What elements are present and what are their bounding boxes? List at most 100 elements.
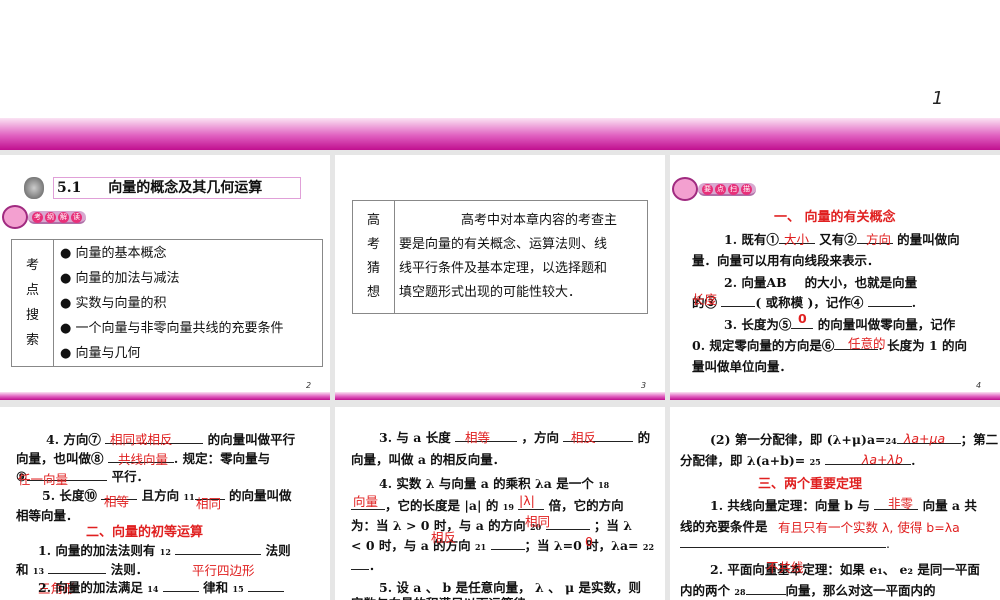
text: 1. 既有①	[724, 232, 779, 247]
answer: 相同	[525, 514, 551, 529]
slide-5-thumbnail[interactable]: 4. 方向⑦ 的向量叫做平行 相同或相反 向量，也叫做⑧ . 规定：零向量与 共…	[0, 407, 330, 600]
section-heading: 一、 向量的有关概念	[774, 210, 896, 225]
slide-footer-band	[335, 392, 665, 400]
slide-3-thumbnail[interactable]: 高考猜想 高考中对本章内容的考查主 要是向量的有关概念、运算法则、线 线平行条件…	[335, 155, 665, 400]
table-label: 考点搜索	[11, 239, 54, 367]
table-label: 高考猜想	[352, 200, 395, 314]
paragraph-line: 高考中对本章内容的考查主	[461, 213, 618, 228]
text: 向量，那么对这一平面内的	[785, 583, 936, 598]
mascot-icon	[672, 177, 698, 201]
item-text: 向量的基本概念	[75, 245, 167, 261]
text: 的向量叫做	[229, 488, 292, 503]
slide-title: 向量的概念及其几何运算	[108, 180, 263, 196]
blank-number: 22	[642, 542, 655, 552]
text: ．	[369, 558, 382, 573]
answer: λa+μa	[904, 431, 946, 446]
answer: 0	[585, 534, 593, 549]
mascot-icon	[2, 205, 28, 229]
text-line: 内的两个 28 向量，那么对这一平面内的	[680, 578, 936, 600]
label-char: 考	[25, 258, 39, 273]
slide-2-thumbnail[interactable]: 5.1 向量的概念及其几何运算 考纲解读 考点搜索 ● 向量的基本概念 ● 向量…	[0, 155, 330, 400]
badge-char: 描	[741, 183, 752, 195]
page-number: 4	[976, 381, 982, 390]
badge-char: 要	[702, 183, 713, 195]
text-line: 实数与向量的积满足以下运算律	[351, 591, 526, 600]
text: 4. 方向⑦	[46, 432, 101, 447]
answer: 非零	[888, 496, 914, 511]
text: 的向量叫做零向量，记作	[817, 317, 956, 332]
blank-number: 28	[734, 587, 746, 597]
answer: 大小	[784, 232, 810, 247]
list-item: ● 向量与几何	[60, 345, 141, 361]
paragraph-line: 要是向量的有关概念、运算法则、线	[399, 237, 608, 252]
slide-7-thumbnail[interactable]: (2) 第一分配律，即 (λ+μ)a=24 ；第二 λa+μa 分配律，即 λ(a…	[670, 407, 1000, 600]
text: ；当 λ=0 时，λa=	[524, 538, 639, 553]
paragraph-line: 线平行条件及基本定理，以选择题和	[399, 261, 608, 276]
text: 法则	[265, 543, 291, 558]
slide-6-thumbnail[interactable]: 3. 与 a 长度 ，方向 的 相等 相反 向量，叫做 a 的相反向量． 4. …	[335, 407, 665, 600]
slide-1-thumbnail[interactable]: 1	[0, 0, 1000, 150]
text: 分配律，即 λ(a+b)=	[680, 453, 806, 468]
answer: 任意的	[848, 336, 886, 351]
answer: 相反	[571, 430, 597, 445]
answer: 相反	[431, 530, 457, 545]
apple-logo-icon	[24, 177, 44, 199]
text: 律和	[203, 580, 229, 595]
text-line: 向量，叫做 a 的相反向量．	[351, 452, 506, 467]
item-text: 一个向量与非零向量共线的充要条件	[75, 320, 284, 336]
answer: 方向	[866, 232, 892, 247]
text: ；第二	[960, 432, 999, 447]
blank-number: 11	[183, 492, 195, 502]
text: 和	[16, 562, 29, 577]
text: . 规定：零向量与	[173, 451, 271, 466]
label-char: 想	[366, 285, 380, 300]
text-line: 2. 向量的加法满足 14 律和 15	[38, 575, 284, 600]
text: ，它的长度是 |a| 的	[385, 498, 499, 513]
blank-number: 21	[475, 542, 487, 552]
text-line: < 0 时，与 a 的方向 21 ；当 λ=0 时，λa= 22	[351, 533, 654, 560]
section-badge: 考纲解读	[2, 205, 86, 229]
blank-number: 12	[159, 547, 171, 557]
slide-footer-band	[670, 392, 1000, 400]
badge-char: 点	[715, 183, 726, 195]
blank-line: .	[680, 531, 890, 556]
badge-char: 纲	[45, 211, 56, 223]
text: 的向量叫做平行	[207, 432, 296, 447]
text: 3. 与 a 长度	[379, 430, 451, 445]
blank-number: 18	[598, 480, 610, 490]
text: . 长度为 1 的向	[878, 338, 968, 353]
text: 1. 共线向量定理：向量 b 与	[710, 498, 870, 513]
answer: |λ|	[519, 493, 535, 508]
page-number: 3	[641, 381, 647, 390]
text-line: 相等向量．	[16, 508, 79, 523]
item-text: 向量的加法与减法	[75, 270, 180, 286]
paragraph-line: 填空题形式出现的可能性较大．	[399, 285, 582, 300]
text: 向量 a 共	[922, 498, 977, 513]
slide-footer-band	[0, 392, 330, 400]
text: 内的两个	[680, 583, 731, 598]
answer: 长度	[692, 292, 718, 307]
text: 的量叫做向	[897, 232, 960, 247]
label-char: 索	[25, 333, 39, 348]
text: ；当 λ	[593, 518, 632, 533]
text-line: ．	[351, 553, 382, 578]
list-item: ● 一个向量与非零向量共线的充要条件	[60, 320, 284, 336]
text: 3. 长度为⑤	[724, 317, 792, 332]
item-text: 实数与向量的积	[75, 295, 167, 311]
blank-number: 24	[885, 436, 897, 446]
text: 的	[637, 430, 651, 445]
text: 4. 实数 λ 与向量 a 的乘积 λa 是一个	[379, 476, 594, 491]
section-heading: 三、两个重要定理	[758, 477, 863, 492]
text-line: 5. 长度⑩ 且方向 11 的向量叫做	[42, 483, 292, 510]
text: (2) 第一分配律，即 (λ+μ)a=	[710, 432, 886, 447]
label-char: 猜	[366, 261, 380, 276]
answer: 相同	[196, 496, 222, 511]
slide-4-thumbnail[interactable]: 要点扫描 一、 向量的有关概念 1. 既有① 又有② 的量叫做向 大小 方向 量…	[670, 155, 1000, 400]
text: ，方向	[521, 430, 559, 445]
text: 1. 向量的加法法则有	[38, 543, 156, 558]
label-char: 考	[366, 237, 380, 252]
answer: λa+λb	[862, 452, 903, 467]
answer: 相等	[465, 430, 491, 445]
blank-number: 15	[232, 584, 244, 594]
section-badge: 要点扫描	[672, 177, 756, 201]
